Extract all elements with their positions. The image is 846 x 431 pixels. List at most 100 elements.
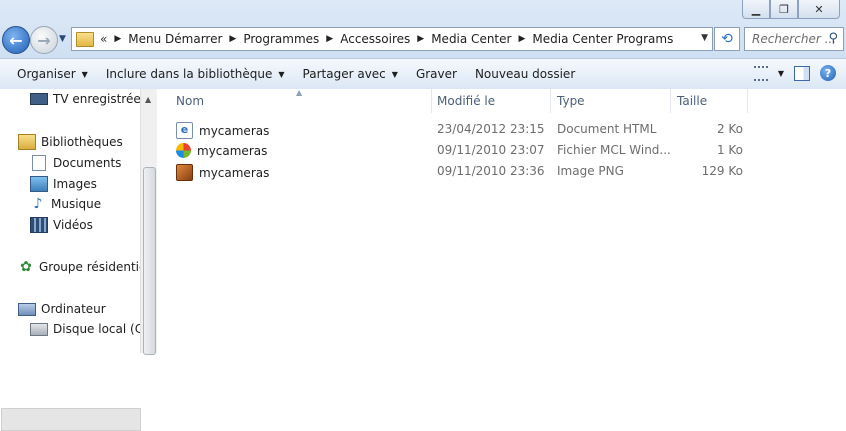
file-row[interactable]: e mycameras 23/04/2012 23:15 Document HT… [157, 119, 846, 140]
images-icon [30, 176, 48, 192]
videos-icon [30, 217, 48, 233]
share-label: Partager avec [302, 67, 386, 81]
file-list: ▲ Nom Modifié le Type Taille e mycameras… [157, 88, 846, 353]
scroll-up-icon[interactable]: ▲ [145, 95, 151, 104]
nav-item-label: TV enregistrée [53, 92, 141, 106]
chevron-down-icon: ▼ [81, 69, 88, 79]
tv-icon [30, 93, 48, 105]
nav-item-computer[interactable]: Ordinateur [18, 302, 106, 316]
column-header-size[interactable]: Taille [677, 89, 707, 113]
column-header-label: Nom [176, 94, 205, 108]
include-label: Inclure dans la bibliothèque [105, 67, 273, 81]
chevron-right-icon[interactable]: ▶ [515, 34, 528, 44]
nav-scrollbar[interactable]: ▲ [140, 89, 158, 355]
nav-item-libraries[interactable]: Bibliothèques [18, 134, 123, 150]
png-file-icon [176, 164, 193, 181]
nav-item-tv[interactable]: TV enregistrée [30, 92, 141, 106]
chevron-right-icon[interactable]: ▶ [414, 34, 427, 44]
file-name: mycameras [199, 123, 270, 138]
chevron-right-icon[interactable]: ▶ [111, 34, 124, 44]
close-button[interactable]: ✕ [798, 0, 840, 19]
nav-item-images[interactable]: Images [30, 176, 97, 192]
burn-button[interactable]: Graver [407, 67, 466, 81]
file-modified: 09/11/2010 23:07 [437, 143, 545, 157]
column-header-modified[interactable]: Modifié le [437, 89, 495, 113]
share-with-button[interactable]: Partager avec ▼ [294, 67, 407, 81]
minimize-icon: ▁ [751, 2, 761, 16]
file-type: Fichier MCL Wind... [557, 143, 671, 157]
minimize-button[interactable]: ▁ [742, 0, 770, 19]
file-name-cell: mycameras [176, 143, 267, 158]
chevron-down-icon[interactable]: ▼ [778, 69, 784, 78]
sort-indicator-icon: ▲ [296, 88, 303, 97]
nav-item-videos[interactable]: Vidéos [30, 217, 93, 233]
nav-item-homegroup[interactable]: ✿ Groupe résidentiel [18, 260, 150, 274]
column-divider[interactable] [550, 89, 551, 113]
nav-item-music[interactable]: ♪ Musique [30, 197, 102, 211]
include-in-library-button[interactable]: Inclure dans la bibliothèque ▼ [97, 67, 294, 81]
address-dropdown-icon[interactable]: ▼ [701, 33, 708, 43]
column-header-label: Type [557, 94, 585, 108]
restore-button[interactable]: ❐ [770, 0, 798, 19]
html-file-icon: e [176, 122, 193, 139]
organize-button[interactable]: Organiser ▼ [8, 67, 97, 81]
breadcrumb-item[interactable]: Media Center Programs [528, 32, 677, 46]
view-controls: ▼ ? [753, 65, 836, 81]
scrollbar-thumb[interactable] [143, 167, 156, 355]
homegroup-icon: ✿ [20, 259, 32, 275]
nav-item-label: Images [53, 177, 97, 191]
view-options-icon[interactable] [753, 65, 768, 81]
nav-item-documents[interactable]: Documents [30, 155, 121, 171]
help-icon[interactable]: ? [820, 65, 836, 81]
file-row[interactable]: mycameras 09/11/2010 23:07 Fichier MCL W… [157, 140, 846, 161]
chevron-down-icon: ▼ [278, 69, 285, 79]
forward-button[interactable]: → [30, 26, 58, 54]
file-row[interactable]: mycameras 09/11/2010 23:36 Image PNG 129… [157, 161, 846, 182]
address-bar[interactable]: « ▶ Menu Démarrer ▶ Programmes ▶ Accesso… [71, 27, 713, 51]
new-folder-button[interactable]: Nouveau dossier [466, 67, 584, 81]
command-bar: Organiser ▼ Inclure dans la bibliothèque… [0, 58, 846, 90]
organize-label: Organiser [17, 67, 76, 81]
window-controls: ▁ ❐ ✕ [742, 0, 840, 19]
chevron-right-icon[interactable]: ▶ [226, 34, 239, 44]
breadcrumb-overflow[interactable]: « [100, 32, 107, 46]
chevron-right-icon[interactable]: ▶ [323, 34, 336, 44]
breadcrumb: ▶ Menu Démarrer ▶ Programmes ▶ Accessoir… [111, 32, 677, 46]
drive-icon [30, 322, 48, 336]
breadcrumb-item[interactable]: Menu Démarrer [124, 32, 226, 46]
preview-pane-icon[interactable] [794, 65, 810, 81]
documents-icon [32, 155, 46, 171]
file-name: mycameras [199, 165, 270, 180]
column-divider[interactable] [747, 89, 748, 113]
breadcrumb-item[interactable]: Media Center [427, 32, 515, 46]
nav-item-label: Musique [51, 197, 102, 211]
folder-icon [76, 31, 94, 47]
refresh-button[interactable]: ⟲ [714, 27, 740, 51]
recent-pages-dropdown[interactable]: ▼ [59, 34, 66, 44]
title-bar: ▁ ❐ ✕ ← → ▼ « ▶ Menu Démarrer ▶ Programm… [0, 0, 846, 58]
file-name-cell: mycameras [176, 164, 269, 181]
search-icon[interactable]: ⚲ [828, 31, 838, 46]
mcl-file-icon [176, 143, 191, 158]
back-button[interactable]: ← [2, 26, 30, 54]
file-modified: 09/11/2010 23:36 [437, 164, 545, 178]
breadcrumb-item[interactable]: Accessoires [336, 32, 414, 46]
arrow-right-icon: → [37, 30, 51, 50]
file-name-cell: e mycameras [176, 122, 269, 139]
nav-selection-highlight [1, 408, 141, 431]
nav-item-label: Ordinateur [41, 302, 106, 316]
column-header-type[interactable]: Type [557, 89, 585, 113]
column-divider[interactable] [431, 89, 432, 113]
restore-icon: ❐ [779, 2, 789, 16]
column-divider[interactable] [670, 89, 671, 113]
file-type: Document HTML [557, 122, 657, 136]
column-header-label: Modifié le [437, 94, 496, 108]
column-header-name[interactable]: Nom [176, 89, 204, 113]
arrow-left-icon: ← [9, 30, 23, 50]
navigation-pane: TV enregistrée Bibliothèques Documents I… [0, 89, 152, 431]
search-input[interactable]: Rechercher ... ⚲ [744, 27, 844, 51]
nav-item-local-disk[interactable]: Disque local (C:) [30, 322, 152, 336]
file-size: 2 Ko [716, 122, 743, 136]
breadcrumb-item[interactable]: Programmes [239, 32, 323, 46]
file-name: mycameras [197, 143, 268, 158]
